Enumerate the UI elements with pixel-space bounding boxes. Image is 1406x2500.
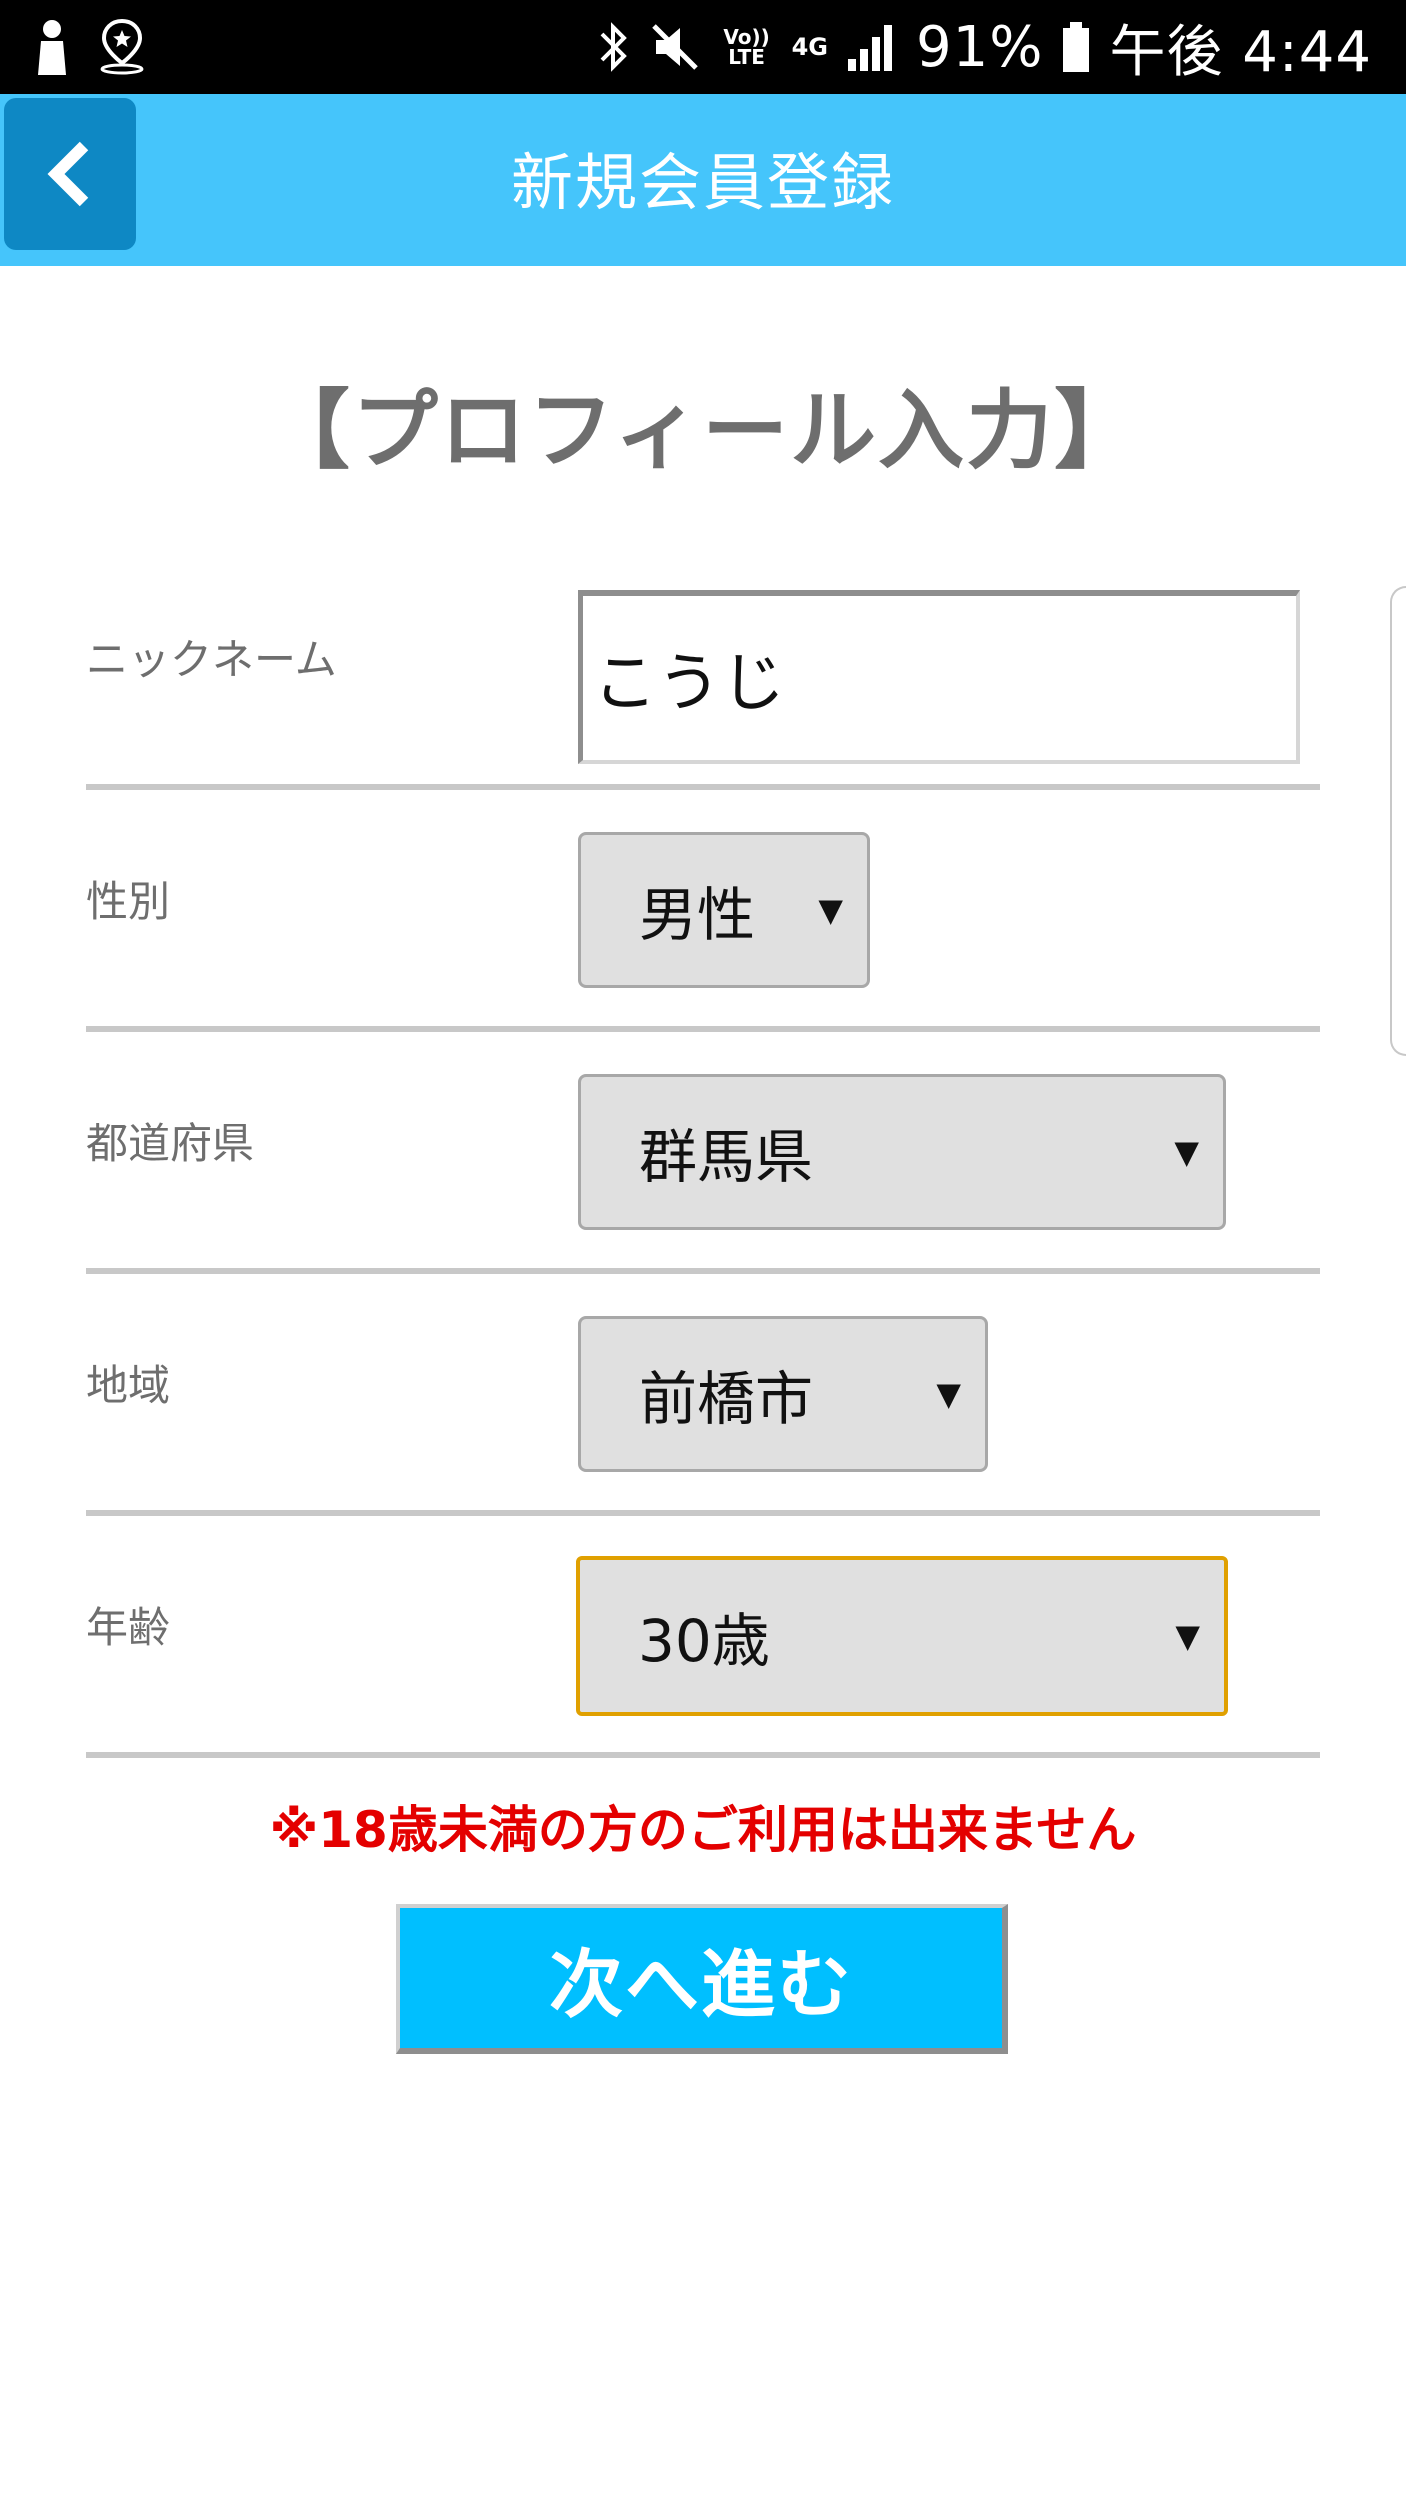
divider — [86, 1268, 1320, 1274]
prefecture-label: 都道府県 — [86, 1119, 255, 1168]
nickname-value: こうじ — [593, 647, 785, 721]
signal-icon — [847, 25, 892, 71]
bluetooth-icon — [600, 22, 627, 72]
divider — [86, 1752, 1320, 1758]
volte-label: Vo)) LTE — [723, 25, 770, 69]
status-bar: Vo)) LTE 4G 91% 午後 4:44 — [0, 0, 1406, 94]
registration-page: Vo)) LTE 4G 91% 午後 4:44 新規会員登録 【プロフィール入力… — [0, 0, 1406, 2500]
gender-select[interactable]: 男性 ▼ — [578, 832, 870, 988]
age-value: 30歳 — [638, 1607, 770, 1675]
area-value: 前橋市 — [639, 1365, 814, 1433]
dropdown-arrow-icon: ▼ — [818, 891, 843, 929]
battery-percent: 91% — [915, 14, 1044, 80]
app-header: 新規会員登録 — [0, 94, 1406, 266]
nickname-label: ニックネーム — [86, 635, 337, 684]
network-4g-label: 4G — [791, 33, 828, 61]
prefecture-select[interactable]: 群馬県 ▼ — [578, 1074, 1226, 1230]
age-label: 年齢 — [86, 1603, 171, 1652]
area-select[interactable]: 前橋市 ▼ — [578, 1316, 988, 1472]
section-title: 【プロフィール入力】 — [263, 381, 1143, 481]
page-title: 新規会員登録 — [510, 146, 895, 219]
divider — [86, 1026, 1320, 1032]
battery-icon — [1063, 22, 1090, 72]
nickname-input[interactable]: こうじ — [578, 590, 1300, 764]
person-icon — [38, 20, 66, 75]
prefecture-value: 群馬県 — [639, 1123, 814, 1191]
dropdown-arrow-icon: ▼ — [936, 1375, 961, 1413]
dropdown-arrow-icon: ▼ — [1174, 1133, 1199, 1171]
location-pin-icon — [100, 19, 144, 75]
age-select[interactable]: 30歳 ▼ — [576, 1556, 1228, 1716]
clock: 午後 4:44 — [1109, 19, 1372, 85]
divider — [86, 1510, 1320, 1516]
edge-panel-handle[interactable] — [1390, 586, 1406, 1056]
area-label: 地域 — [86, 1361, 171, 1410]
status-bar-right: Vo)) LTE 4G 91% 午後 4:44 — [596, 10, 1372, 85]
divider — [86, 784, 1320, 790]
gender-label: 性別 — [86, 877, 171, 926]
next-button[interactable]: 次へ進む — [396, 1904, 1008, 2054]
mute-icon — [651, 24, 698, 70]
status-bar-left — [36, 18, 146, 76]
dropdown-arrow-icon: ▼ — [1175, 1617, 1200, 1655]
gender-value: 男性 — [639, 881, 756, 949]
age-restriction-notice: ※18歳未満の方のご利用は出来ません — [269, 1801, 1137, 1859]
